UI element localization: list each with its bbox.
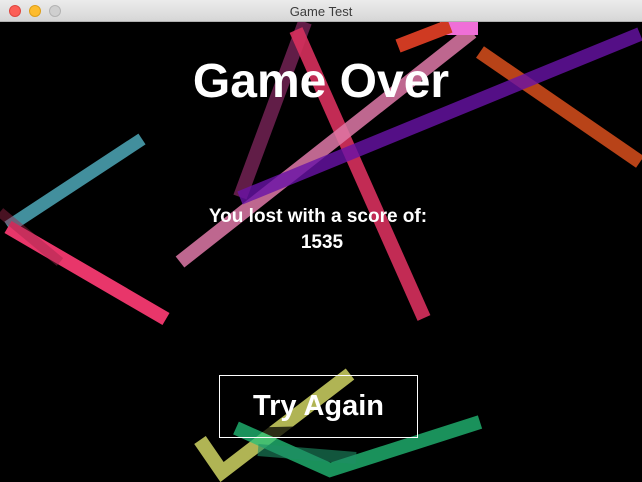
streak-green-dark [257,444,357,464]
streak-orange-top [395,22,453,53]
score-value: 1535 [300,232,344,253]
game-window: Game Test Game Over You lost with a scor… [0,0,642,482]
score-message: You lost with a score of: [208,206,428,227]
title-bar[interactable]: Game Test [0,0,642,22]
try-again-button[interactable]: Try Again [219,375,418,438]
game-over-heading: Game Over [192,55,450,108]
window-title: Game Test [289,4,353,19]
game-canvas: Game Over You lost with a score of: 1535… [0,22,642,482]
